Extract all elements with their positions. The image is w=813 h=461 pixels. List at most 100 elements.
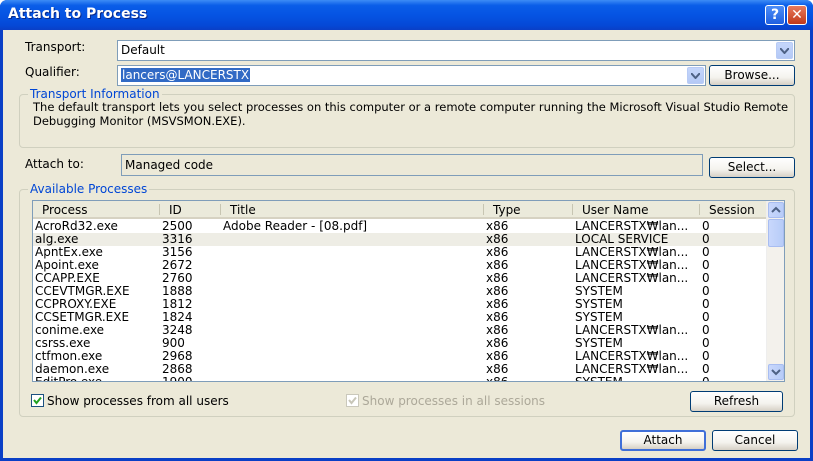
table-row[interactable]: CCSETMGR.EXE 1824 x86 SYSTEM 0 bbox=[33, 311, 766, 324]
browse-button[interactable]: Browse... bbox=[709, 65, 795, 86]
list-header: Process ID Title Type User Name Session bbox=[33, 201, 766, 219]
close-button[interactable]: ✕ bbox=[787, 5, 807, 25]
table-cell: 2760 bbox=[162, 272, 193, 285]
show-all-sessions-label: Show processes in all sessions bbox=[362, 394, 546, 408]
column-user-name[interactable]: User Name bbox=[582, 203, 649, 217]
table-cell: 2968 bbox=[162, 350, 193, 363]
table-cell: 2500 bbox=[162, 220, 193, 233]
column-id[interactable]: ID bbox=[169, 203, 182, 217]
table-cell: 0 bbox=[702, 220, 710, 233]
qualifier-label: Qualifier: bbox=[25, 65, 80, 79]
table-cell: LOCAL SERVICE bbox=[575, 233, 669, 246]
table-row[interactable]: ctfmon.exe 2968 x86 LANCERSTX₩lan... 0 bbox=[33, 350, 766, 363]
chevron-down-icon[interactable] bbox=[687, 67, 704, 84]
table-cell: 0 bbox=[702, 285, 710, 298]
select-button[interactable]: Select... bbox=[709, 157, 795, 178]
table-cell: x86 bbox=[486, 246, 509, 259]
table-cell: 2672 bbox=[162, 259, 193, 272]
cancel-button[interactable]: Cancel bbox=[712, 430, 798, 451]
table-cell: x86 bbox=[486, 272, 509, 285]
qualifier-combobox[interactable]: lancers@LANCERSTX bbox=[117, 65, 706, 86]
scroll-up-icon[interactable] bbox=[768, 202, 784, 218]
transport-value: Default bbox=[121, 43, 165, 57]
table-cell: 0 bbox=[702, 259, 710, 272]
table-row[interactable]: EditPro.exe 1900 x86 SYSTEM 0 bbox=[33, 376, 766, 381]
table-cell: x86 bbox=[486, 220, 509, 233]
scrollbar-thumb[interactable] bbox=[768, 219, 784, 247]
attach-to-process-dialog: Attach to Process ? ✕ Transport: Default… bbox=[0, 0, 813, 461]
table-cell: LANCERSTX₩lan... bbox=[575, 220, 689, 233]
table-cell: ctfmon.exe bbox=[35, 350, 103, 363]
attach-button[interactable]: Attach bbox=[620, 430, 706, 451]
table-row[interactable]: conime.exe 3248 x86 LANCERSTX₩lan... 0 bbox=[33, 324, 766, 337]
table-cell: CCEVTMGR.EXE bbox=[35, 285, 130, 298]
table-cell: 0 bbox=[702, 311, 710, 324]
table-row[interactable]: CCEVTMGR.EXE 1888 x86 SYSTEM 0 bbox=[33, 285, 766, 298]
table-row[interactable]: Apoint.exe 2672 x86 LANCERSTX₩lan... 0 bbox=[33, 259, 766, 272]
table-cell: x86 bbox=[486, 376, 561, 381]
table-cell: Adobe Reader - [08.pdf] bbox=[223, 220, 368, 233]
process-list[interactable]: Process ID Title Type User Name Session … bbox=[32, 200, 785, 382]
table-cell: SYSTEM bbox=[575, 376, 690, 381]
table-cell: 2868 bbox=[162, 363, 193, 376]
table-cell: x86 bbox=[486, 259, 509, 272]
table-cell: 1900 bbox=[162, 376, 217, 381]
table-cell: x86 bbox=[486, 337, 509, 350]
table-cell: 0 bbox=[702, 376, 752, 381]
vertical-scrollbar[interactable] bbox=[766, 201, 784, 381]
title-bar[interactable]: Attach to Process ? ✕ bbox=[0, 0, 813, 30]
attach-to-field: Managed code bbox=[121, 154, 703, 176]
table-cell: 0 bbox=[702, 337, 710, 350]
table-row[interactable]: daemon.exe 2868 x86 LANCERSTX₩lan... 0 bbox=[33, 363, 766, 376]
table-row[interactable]: alg.exe 3316 x86 LOCAL SERVICE 0 bbox=[33, 233, 766, 246]
table-cell: 3316 bbox=[162, 233, 193, 246]
table-cell: LANCERSTX₩lan... bbox=[575, 324, 689, 337]
table-cell: Apoint.exe bbox=[35, 259, 99, 272]
table-cell: x86 bbox=[486, 324, 509, 337]
table-row[interactable]: AcroRd32.exe 2500 Adobe Reader - [08.pdf] x… bbox=[33, 220, 766, 233]
transport-dropdown[interactable]: Default bbox=[117, 40, 795, 61]
table-cell: csrss.exe bbox=[35, 337, 91, 350]
table-cell: 0 bbox=[702, 246, 710, 259]
scroll-down-icon[interactable] bbox=[768, 364, 784, 380]
table-cell: SYSTEM bbox=[575, 337, 623, 350]
table-cell: LANCERSTX₩lan... bbox=[575, 350, 689, 363]
column-type[interactable]: Type bbox=[493, 203, 521, 217]
table-cell: x86 bbox=[486, 285, 509, 298]
chevron-down-icon[interactable] bbox=[776, 42, 793, 59]
table-cell: CCAPP.EXE bbox=[35, 272, 100, 285]
table-cell: SYSTEM bbox=[575, 298, 623, 311]
table-cell: ApntEx.exe bbox=[35, 246, 103, 259]
table-row[interactable]: CCAPP.EXE 2760 x86 LANCERSTX₩lan... 0 bbox=[33, 272, 766, 285]
qualifier-value[interactable]: lancers@LANCERSTX bbox=[121, 68, 251, 82]
column-session[interactable]: Session bbox=[709, 203, 755, 217]
table-cell: 900 bbox=[162, 337, 185, 350]
table-cell: alg.exe bbox=[35, 233, 79, 246]
table-cell: x86 bbox=[486, 363, 509, 376]
show-all-users-checkbox[interactable] bbox=[31, 394, 44, 407]
dialog-body: Transport: Default Qualifier: lancers@LA… bbox=[3, 30, 810, 458]
attach-to-value: Managed code bbox=[125, 158, 214, 172]
table-row[interactable]: ApntEx.exe 3156 x86 LANCERSTX₩lan... 0 bbox=[33, 246, 766, 259]
column-process[interactable]: Process bbox=[42, 203, 88, 217]
show-all-sessions-checkbox bbox=[346, 394, 359, 407]
table-row[interactable]: csrss.exe 900 x86 SYSTEM 0 bbox=[33, 337, 766, 350]
transport-info-text-line1: The default transport lets you select pr… bbox=[33, 100, 789, 114]
window-title: Attach to Process bbox=[8, 6, 148, 22]
refresh-button[interactable]: Refresh bbox=[690, 391, 783, 412]
table-cell: 1888 bbox=[162, 285, 193, 298]
transport-label: Transport: bbox=[25, 40, 86, 54]
help-button[interactable]: ? bbox=[765, 5, 785, 25]
table-cell: x86 bbox=[486, 298, 509, 311]
show-all-users-label[interactable]: Show processes from all users bbox=[47, 394, 229, 408]
transport-info-title: Transport Information bbox=[28, 87, 162, 101]
table-row[interactable]: CCPROXY.EXE 1812 x86 SYSTEM 0 bbox=[33, 298, 766, 311]
table-cell: 3156 bbox=[162, 246, 193, 259]
table-cell: x86 bbox=[486, 233, 509, 246]
table-cell: daemon.exe bbox=[35, 363, 110, 376]
column-title[interactable]: Title bbox=[230, 203, 256, 217]
table-cell: 0 bbox=[702, 272, 710, 285]
table-cell: EditPro.exe bbox=[35, 376, 155, 381]
table-cell: 1824 bbox=[162, 311, 193, 324]
table-cell: 0 bbox=[702, 324, 710, 337]
